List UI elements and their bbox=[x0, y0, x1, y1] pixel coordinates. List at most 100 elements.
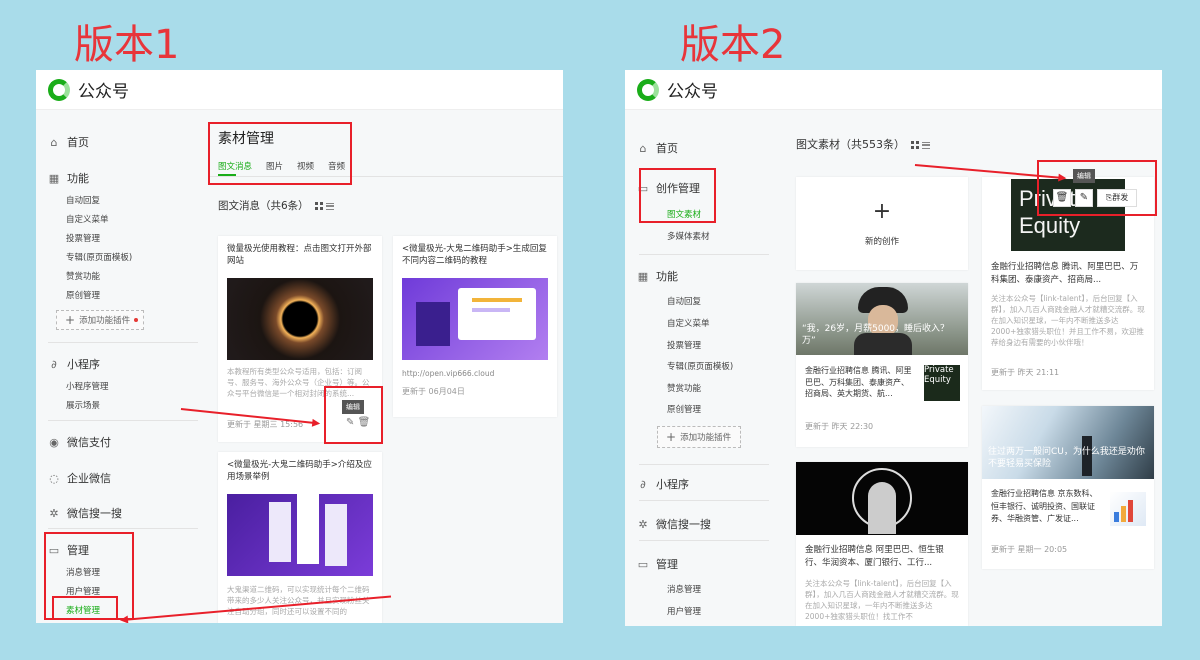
highlight-box bbox=[208, 122, 352, 185]
sidebar-item-search[interactable]: ✲ 微信搜一搜 bbox=[637, 516, 711, 532]
sidebar-item-reward[interactable]: 赞赏功能 bbox=[667, 382, 701, 394]
link-icon: ∂ bbox=[640, 477, 646, 491]
sidebar-item-special[interactable]: 专辑(原页面模板) bbox=[667, 360, 733, 372]
divider bbox=[639, 500, 769, 501]
version-1-panel: 公众号 ⌂ 首页 ▦ 功能 自动回复 自定义菜单 投票管理 专辑(原页面模板) 赞赏… bbox=[36, 70, 563, 623]
article-card[interactable]: 金融行业招聘信息 阿里巴巴、恒生银行、华润资本、厦门银行、工行... 关注本公众… bbox=[796, 462, 968, 626]
plus-icon: + bbox=[872, 199, 892, 224]
top-bar: 公众号 bbox=[625, 70, 1162, 110]
card-url[interactable]: http://open.vip666.cloud bbox=[393, 368, 503, 379]
add-plugin-button[interactable]: + 添加功能插件 bbox=[56, 310, 144, 330]
private-equity-thumb: Private Equity bbox=[924, 365, 960, 401]
search-star-icon: ✲ bbox=[49, 506, 59, 520]
qr-helper-image bbox=[402, 278, 548, 360]
sidebar-item-work[interactable]: ◌ 企业微信 bbox=[48, 470, 111, 486]
sidebar-item-custom-menu[interactable]: 自定义菜单 bbox=[667, 317, 710, 329]
add-plugin-label: 添加功能插件 bbox=[79, 316, 131, 326]
server-image bbox=[227, 494, 373, 576]
add-plugin-button[interactable]: + 添加功能插件 bbox=[657, 426, 741, 448]
article-card[interactable]: 往过两万一般问CU，为什么我还是劝你不要轻易买保险 金融行业招聘信息 京东数科、… bbox=[982, 406, 1154, 569]
sidebar-item-label: 功能 bbox=[67, 172, 89, 185]
sidebar-item-label: 功能 bbox=[656, 270, 678, 283]
link-icon: ∂ bbox=[51, 357, 57, 371]
new-creation-card[interactable]: + 新的创作 bbox=[796, 177, 968, 270]
count-text: 图文消息（共6条） bbox=[218, 200, 309, 212]
article-card[interactable]: “我，26岁，月薪5000，睡后收入？万” 金融行业招聘信息 腾讯、阿里巴巴、万… bbox=[796, 283, 968, 447]
pay-icon: ◉ bbox=[49, 435, 59, 449]
sidebar-item-original[interactable]: 原创管理 bbox=[667, 403, 701, 415]
sidebar-item-search[interactable]: ✲ 微信搜一搜 bbox=[48, 505, 122, 521]
sidebar-item-pay[interactable]: ◉ 微信支付 bbox=[48, 434, 111, 450]
sidebar-item-label: 首页 bbox=[656, 142, 678, 155]
highlight-box bbox=[52, 596, 118, 620]
sidebar-item-label: 管理 bbox=[656, 558, 678, 571]
card-title: <微量极光-大鬼二维码助手>介绍及应用场景举例 bbox=[227, 460, 372, 482]
inbox-icon: ▭ bbox=[637, 557, 649, 571]
sidebar-item-home[interactable]: ⌂ 首页 bbox=[637, 140, 679, 156]
card-title: 微量极光使用教程：点击图文打开外部网站 bbox=[227, 244, 372, 266]
sidebar-item-auto-reply[interactable]: 自动回复 bbox=[66, 194, 100, 206]
highlight-box bbox=[1037, 160, 1157, 216]
card-desc: 关注本公众号【link-talent】，后台回复【入群】，加入几百人商践金融人才… bbox=[991, 294, 1145, 347]
divider bbox=[48, 420, 198, 421]
sidebar-item-original[interactable]: 原创管理 bbox=[66, 289, 100, 301]
sidebar-item-mini[interactable]: ∂ 小程序 bbox=[48, 356, 100, 372]
count-text: 图文素材（共553条） bbox=[796, 138, 905, 151]
anonymous-image bbox=[796, 462, 968, 535]
sidebar-item-custom-menu[interactable]: 自定义菜单 bbox=[66, 213, 109, 225]
grid-view-icon[interactable] bbox=[314, 202, 323, 210]
article-count: 图文消息（共6条） bbox=[218, 198, 334, 213]
notification-dot bbox=[134, 318, 139, 322]
search-star-icon: ✲ bbox=[638, 517, 648, 531]
card-updated: 更新于 星期一 20:05 bbox=[991, 545, 1068, 554]
article-card[interactable]: <微量极光-大鬼二维码助手>介绍及应用场景举例 大鬼渠道二维码，可以实现统计每个… bbox=[218, 452, 382, 623]
card-desc: 关注本公众号【link-talent】，后台回复【入群】，加入几百人商践金融人才… bbox=[805, 579, 959, 621]
home-icon: ⌂ bbox=[639, 141, 647, 155]
card-updated: 更新于 06月04日 bbox=[402, 387, 465, 396]
sidebar-item-features[interactable]: ▦ 功能 bbox=[48, 170, 89, 186]
card-title: <微量极光-大鬼二维码助手>生成回复不同内容二维码的教程 bbox=[402, 244, 547, 266]
card-title: 金融行业招聘信息 腾讯、阿里巴巴、万科集团、泰康资产、招商局... bbox=[991, 262, 1139, 285]
sidebar-item-mini-manage[interactable]: 小程序管理 bbox=[66, 380, 109, 392]
sidebar-item-manage[interactable]: ▭ 管理 bbox=[637, 556, 678, 572]
sidebar-item-home[interactable]: ⌂ 首页 bbox=[48, 134, 90, 150]
list-view-icon[interactable] bbox=[325, 202, 334, 210]
card-updated: 更新于 昨天 22:30 bbox=[805, 422, 874, 431]
sidebar-item-user[interactable]: 用户管理 bbox=[667, 605, 701, 617]
divider bbox=[48, 528, 198, 529]
card-overlay-text: “我，26岁，月薪5000，睡后收入？万” bbox=[802, 324, 950, 346]
wechat-logo-icon bbox=[48, 78, 70, 101]
list-view-icon[interactable] bbox=[922, 141, 930, 149]
version-2-label: 版本2 bbox=[680, 22, 786, 68]
chart-thumb-image bbox=[1110, 492, 1146, 526]
sidebar-item-label: 小程序 bbox=[67, 358, 100, 371]
divider bbox=[639, 254, 769, 255]
sidebar-item-mini[interactable]: ∂ 小程序 bbox=[637, 476, 689, 492]
card-subitem-title: 金融行业招聘信息 腾讯、阿里巴巴、万科集团、泰康资产、招商局、英大期货、航... bbox=[805, 366, 912, 398]
sidebar-item-msg[interactable]: 消息管理 bbox=[667, 583, 701, 595]
article-count: 图文素材（共553条） bbox=[796, 136, 930, 152]
chat-icon: ◌ bbox=[49, 471, 59, 485]
top-bar: 公众号 bbox=[36, 70, 563, 110]
sidebar-item-special[interactable]: 专辑(原页面模板) bbox=[66, 251, 132, 263]
sidebar-item-reward[interactable]: 赞赏功能 bbox=[66, 270, 100, 282]
sidebar-item-auto-reply[interactable]: 自动回复 bbox=[667, 295, 701, 307]
sidebar-item-vote[interactable]: 投票管理 bbox=[667, 339, 701, 351]
sidebar-item-vote[interactable]: 投票管理 bbox=[66, 232, 100, 244]
article-card[interactable]: <微量极光-大鬼二维码助手>生成回复不同内容二维码的教程 http://open… bbox=[393, 236, 557, 417]
card-overlay-text: 往过两万一般问CU，为什么我还是劝你不要轻易买保险 bbox=[988, 447, 1145, 469]
wechat-logo-icon bbox=[637, 78, 659, 101]
sidebar-item-showcase[interactable]: 展示场景 bbox=[66, 399, 100, 411]
version-2-panel: 公众号 ⌂ 首页 ▭ 创作管理 图文素材 多媒体素材 ▦ 功能 自动回复 自定义菜单 … bbox=[625, 70, 1162, 626]
sidebar-item-label: 微信搜一搜 bbox=[67, 507, 122, 520]
card-updated: 更新于 昨天 21:11 bbox=[991, 368, 1060, 377]
highlight-box bbox=[639, 168, 716, 223]
grid-icon: ▦ bbox=[637, 269, 649, 283]
divider bbox=[639, 464, 769, 465]
brand-name: 公众号 bbox=[78, 82, 129, 102]
sidebar-item-media[interactable]: 多媒体素材 bbox=[667, 230, 710, 242]
brand-name: 公众号 bbox=[667, 82, 718, 102]
sidebar-item-features[interactable]: ▦ 功能 bbox=[637, 268, 678, 284]
grid-view-icon[interactable] bbox=[911, 141, 919, 149]
sidebar-item-label: 微信搜一搜 bbox=[656, 518, 711, 531]
